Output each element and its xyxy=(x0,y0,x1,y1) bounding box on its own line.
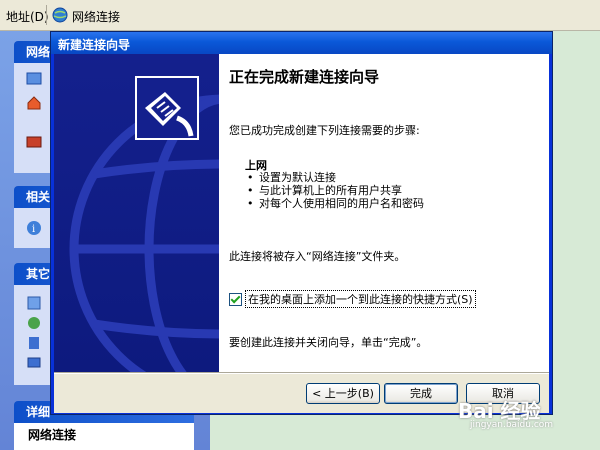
finish-button[interactable]: 完成 xyxy=(384,383,458,404)
new-connection-wizard: 新建连接向导 正在完成新建连接向导 您已成功完成创建下列连接需要的步骤: 上网 … xyxy=(50,31,553,415)
connection-icon-frame xyxy=(135,76,199,140)
details-value: 网络连接 xyxy=(28,428,77,442)
desktop-shortcut-option[interactable]: 在我的桌面上添加一个到此连接的快捷方式(S) xyxy=(229,290,476,308)
task-section-details-body: 网络连接 xyxy=(14,423,194,450)
firewall-icon[interactable] xyxy=(26,133,42,149)
connection-settings-list: 设置为默认连接 与此计算机上的所有用户共享 对每个人使用相同的用户名和密码 xyxy=(245,171,424,210)
list-item: 设置为默认连接 xyxy=(245,171,424,184)
home-network-icon[interactable] xyxy=(26,95,42,111)
address-label: 地址(D) xyxy=(6,10,49,24)
wizard-title-bar[interactable]: 新建连接向导 xyxy=(51,32,552,54)
network-cable-icon xyxy=(145,92,194,137)
wizard-client-area: 正在完成新建连接向导 您已成功完成创建下列连接需要的步骤: 上网 设置为默认连接… xyxy=(54,54,549,413)
svg-text:i: i xyxy=(32,224,35,235)
view-icon[interactable] xyxy=(26,71,42,87)
wizard-intro: 您已成功完成创建下列连接需要的步骤: xyxy=(229,124,420,137)
address-input[interactable]: 网络连接 xyxy=(72,8,120,25)
my-computer-icon[interactable] xyxy=(26,355,42,371)
wizard-content: 正在完成新建连接向导 您已成功完成创建下列连接需要的步骤: 上网 设置为默认连接… xyxy=(219,54,549,372)
control-panel-icon[interactable] xyxy=(26,295,42,311)
network-connections-icon xyxy=(52,7,68,23)
finish-instruction: 要创建此连接并关闭向导，单击“完成”。 xyxy=(229,336,428,349)
back-button[interactable]: < 上一步(B) xyxy=(306,383,380,404)
wizard-title: 新建连接向导 xyxy=(58,38,131,52)
stored-folder-note: 此连接将被存入“网络连接”文件夹。 xyxy=(229,250,406,263)
my-network-places-icon[interactable] xyxy=(26,315,42,331)
wizard-heading: 正在完成新建连接向导 xyxy=(229,68,380,86)
desktop-shortcut-label[interactable]: 在我的桌面上添加一个到此连接的快捷方式(S) xyxy=(245,290,476,308)
address-separator xyxy=(46,5,47,25)
wizard-divider xyxy=(54,372,549,374)
wizard-banner xyxy=(54,54,219,372)
list-item: 对每个人使用相同的用户名和密码 xyxy=(245,197,424,210)
list-item: 与此计算机上的所有用户共享 xyxy=(245,184,424,197)
my-documents-icon[interactable] xyxy=(26,335,42,351)
watermark-url: jingyan.baidu.com xyxy=(470,420,554,430)
desktop-shortcut-checkbox[interactable] xyxy=(229,292,242,306)
address-bar: 地址(D) 网络连接 xyxy=(0,0,600,31)
info-icon[interactable]: i xyxy=(26,220,42,236)
